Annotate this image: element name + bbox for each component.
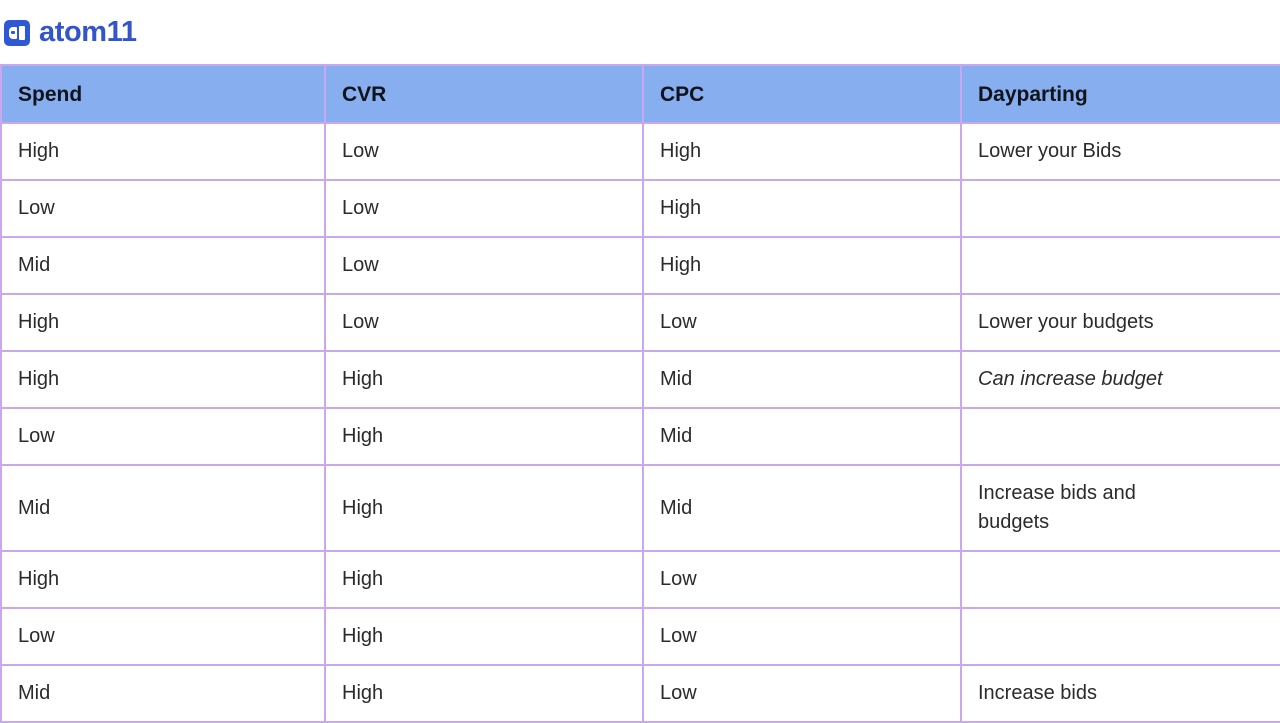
cell-cvr: High [324,464,644,552]
table-row: Mid High Mid Increase bids and budgets [0,464,1280,552]
cell-dayparting: Increase bids [960,664,1280,723]
cell-cpc: High [642,236,962,295]
cell-cvr: Low [324,236,644,295]
logo-digit-one-shape [19,26,25,40]
cell-cpc: High [642,179,962,238]
cell-cpc: Mid [642,350,962,409]
cell-spend: Low [0,607,326,666]
cell-dayparting [960,236,1280,295]
cell-cvr: Low [324,293,644,352]
cell-cvr: High [324,550,644,609]
table-body: High Low High Lower your Bids Low Low Hi… [0,122,1280,723]
brand-wordmark: atom11 [39,15,137,48]
table-header-row: Spend CVR CPC Dayparting [0,64,1280,124]
cell-dayparting [960,179,1280,238]
brand-header: atom11 [0,0,1280,64]
column-header-dayparting: Dayparting [960,64,1280,124]
table-row: High High Low [0,550,1280,609]
cell-dayparting [960,407,1280,466]
cell-spend: Mid [0,236,326,295]
cell-dayparting: Lower your Bids [960,122,1280,181]
table-row: Low High Mid [0,407,1280,466]
cell-dayparting-text: Increase bids and budgets [978,482,1136,533]
cell-spend: High [0,550,326,609]
cell-cvr: High [324,607,644,666]
table-row: High Low Low Lower your budgets [0,293,1280,352]
cell-spend: Mid [0,464,326,552]
cell-cpc: Low [642,293,962,352]
cell-cvr: Low [324,122,644,181]
cell-dayparting [960,550,1280,609]
column-header-cpc: CPC [642,64,962,124]
cell-spend: Low [0,179,326,238]
cell-spend: Mid [0,664,326,723]
cell-cvr: Low [324,179,644,238]
dayparting-matrix-table: Spend CVR CPC Dayparting High Low High L… [0,64,1280,723]
cell-dayparting [960,607,1280,666]
cell-spend: Low [0,407,326,466]
cell-dayparting: Increase bids and budgets [960,464,1280,552]
cell-cvr: High [324,350,644,409]
logo-letter-a-shape [9,27,17,39]
cell-cpc: Mid [642,407,962,466]
cell-cpc: Low [642,664,962,723]
cell-dayparting: Can increase budget [960,350,1280,409]
cell-cpc: High [642,122,962,181]
table-row: Mid High Low Increase bids [0,664,1280,723]
cell-cvr: High [324,664,644,723]
column-header-spend: Spend [0,64,326,124]
cell-spend: High [0,293,326,352]
cell-cvr: High [324,407,644,466]
table-row: Low Low High [0,179,1280,238]
cell-spend: High [0,122,326,181]
atom11-logo-icon [4,20,30,46]
cell-cpc: Mid [642,464,962,552]
cell-cpc: Low [642,607,962,666]
table-row: High High Mid Can increase budget [0,350,1280,409]
table-row: Low High Low [0,607,1280,666]
cell-cpc: Low [642,550,962,609]
table-row: Mid Low High [0,236,1280,295]
cell-dayparting: Lower your budgets [960,293,1280,352]
column-header-cvr: CVR [324,64,644,124]
table-header: Spend CVR CPC Dayparting [0,64,1280,124]
table-row: High Low High Lower your Bids [0,122,1280,181]
cell-spend: High [0,350,326,409]
